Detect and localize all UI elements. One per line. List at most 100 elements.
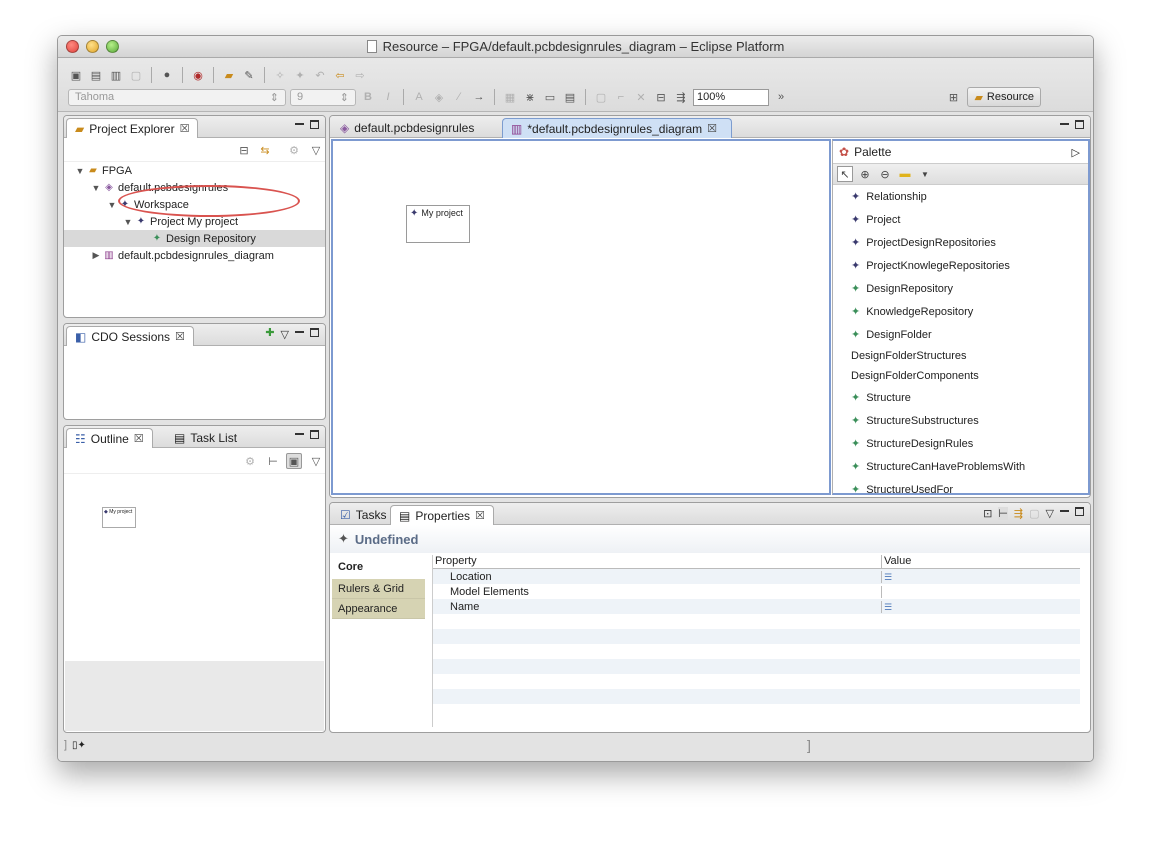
open-folder-icon[interactable]: ▰: [221, 67, 237, 83]
view-menu-icon[interactable]: ▽: [308, 453, 324, 469]
palette-item[interactable]: DesignFolderComponents: [833, 366, 1088, 386]
view-menu-icon[interactable]: ▽: [281, 328, 289, 341]
forward-arrow-icon[interactable]: ⇨: [352, 67, 368, 83]
minimize-icon[interactable]: [1060, 123, 1069, 125]
filter-advanced-icon[interactable]: ⇶: [1014, 507, 1023, 520]
toolbar-overflow-button[interactable]: »: [773, 89, 789, 105]
view-icon[interactable]: ⊟: [653, 89, 669, 105]
property-value-icon[interactable]: ☰: [884, 602, 892, 612]
filter-icon[interactable]: ⚙: [242, 453, 258, 469]
close-icon[interactable]: ☒: [175, 330, 185, 343]
property-row[interactable]: Name ☰: [433, 599, 1080, 614]
zoom-in-icon[interactable]: ⊕: [857, 166, 873, 182]
expand-arrow-icon[interactable]: ▼: [106, 200, 118, 210]
side-tab-core[interactable]: Core: [332, 555, 425, 579]
minimize-icon[interactable]: [295, 433, 304, 435]
layout-icon[interactable]: ▤: [562, 89, 578, 105]
palette-item[interactable]: ✦ Relationship: [833, 185, 1088, 208]
print-icon[interactable]: ▢: [128, 67, 144, 83]
connector-icon[interactable]: ⇶: [673, 89, 689, 105]
zoom-input[interactable]: 100%: [693, 88, 769, 106]
font-size-select[interactable]: 9 ⇕: [290, 88, 356, 106]
minimize-window-button[interactable]: [86, 40, 99, 53]
diagram-node-my-project[interactable]: ✦ My project: [406, 205, 470, 243]
categories-icon[interactable]: ⊢: [998, 507, 1008, 520]
delete-icon[interactable]: ✕: [633, 89, 649, 105]
tab-properties[interactable]: ▤ Properties ☒: [390, 505, 494, 525]
tree-item[interactable]: ▶ ▥ default.pcbdesignrules_diagram: [64, 247, 325, 264]
close-icon[interactable]: ☒: [475, 509, 485, 522]
palette-item[interactable]: ✦ DesignRepository: [833, 277, 1088, 300]
back-history-icon[interactable]: ↶: [312, 67, 328, 83]
maximize-icon[interactable]: [310, 120, 319, 129]
close-window-button[interactable]: [66, 40, 79, 53]
maximize-icon[interactable]: [1075, 507, 1084, 516]
copy-appearance-icon[interactable]: ▢: [593, 89, 609, 105]
minimize-icon[interactable]: [295, 123, 304, 125]
pen-icon[interactable]: ✎: [241, 67, 257, 83]
fill-color-icon[interactable]: ◈: [431, 89, 447, 105]
filter-icon[interactable]: ⚙: [286, 142, 302, 158]
property-row[interactable]: Location ☰: [433, 569, 1080, 584]
property-column-header[interactable]: Property: [433, 555, 882, 568]
select-all-icon[interactable]: ▦: [502, 89, 518, 105]
maximize-icon[interactable]: [310, 430, 319, 439]
zoom-out-icon[interactable]: ⊖: [877, 166, 893, 182]
palette-item[interactable]: DesignFolderStructures: [833, 346, 1088, 366]
maximize-icon[interactable]: [310, 328, 319, 337]
annotate-icon[interactable]: ✦: [292, 67, 308, 83]
outline-node-thumb[interactable]: ◆ My project: [102, 507, 136, 528]
minimize-icon[interactable]: [1060, 510, 1069, 512]
zoom-window-button[interactable]: [106, 40, 119, 53]
new-icon[interactable]: ▣: [68, 67, 84, 83]
close-icon[interactable]: ☒: [134, 432, 144, 445]
open-perspective-icon[interactable]: ⊞: [945, 89, 961, 105]
italic-icon[interactable]: I: [380, 89, 396, 105]
pin-icon[interactable]: ⊡: [983, 507, 992, 520]
maximize-icon[interactable]: [1075, 120, 1084, 129]
tab-task-list[interactable]: ▤ Task List: [166, 428, 245, 448]
palette-item[interactable]: ✦ KnowledgeRepository: [833, 300, 1088, 323]
expand-arrow-icon[interactable]: ▼: [90, 183, 102, 193]
tab-default-pcbdesignrules-diagram[interactable]: ▥ *default.pcbdesignrules_diagram ☒: [502, 118, 732, 138]
palette-item[interactable]: ✦ Structure: [833, 386, 1088, 409]
close-icon[interactable]: ☒: [707, 122, 717, 135]
collapse-all-icon[interactable]: ⊟: [236, 142, 252, 158]
overview-icon[interactable]: ▣: [286, 453, 302, 469]
fast-view-icon[interactable]: ▯✦: [72, 740, 86, 751]
tab-outline[interactable]: ☷ Outline ☒: [66, 428, 153, 448]
line-style-icon[interactable]: →: [471, 89, 487, 105]
property-row[interactable]: Model Elements: [433, 584, 1080, 599]
add-session-icon[interactable]: ✚: [265, 326, 274, 341]
view-menu-icon[interactable]: ▽: [1046, 507, 1054, 520]
line-color-icon[interactable]: ∕: [451, 89, 467, 105]
value-column-header[interactable]: Value: [882, 555, 1080, 568]
tab-default-pcbdesignrules[interactable]: ◈ default.pcbdesignrules: [332, 118, 482, 138]
palette-item[interactable]: ✦ ProjectDesignRepositories: [833, 231, 1088, 254]
palette-item[interactable]: ✦ Project: [833, 208, 1088, 231]
collapse-palette-icon[interactable]: ▷: [1072, 146, 1080, 159]
align-icon[interactable]: ▭: [542, 89, 558, 105]
resource-perspective-button[interactable]: ▰ Resource: [967, 87, 1041, 107]
expand-arrow-icon[interactable]: ▼: [122, 217, 134, 227]
font-color-icon[interactable]: A: [411, 89, 427, 105]
palette-item[interactable]: ✦ StructureDesignRules: [833, 432, 1088, 455]
font-name-select[interactable]: Tahoma ⇕: [68, 88, 286, 106]
tab-tasks[interactable]: ☑ Tasks: [332, 505, 394, 525]
note-icon[interactable]: ▬: [897, 166, 913, 182]
tab-cdo-sessions[interactable]: ◧ CDO Sessions ☒: [66, 326, 194, 346]
side-tab-rulers-grid[interactable]: Rulers & Grid: [332, 579, 425, 599]
minimize-icon[interactable]: [295, 331, 304, 333]
back-arrow-icon[interactable]: ⇦: [332, 67, 348, 83]
globe-icon[interactable]: ●: [159, 67, 175, 83]
collapse-arrow-icon[interactable]: ▶: [90, 250, 102, 261]
link-with-editor-icon[interactable]: ⇆: [257, 142, 273, 158]
property-value-icon[interactable]: ☰: [884, 572, 892, 582]
arrange-icon[interactable]: ⋇: [522, 89, 538, 105]
tree-item[interactable]: ▼ ▰ FPGA: [64, 162, 325, 179]
tree-view-icon[interactable]: ⊢: [265, 453, 281, 469]
select-tool-icon[interactable]: ↖: [837, 166, 853, 182]
palette-item[interactable]: ✦ ProjectKnowlegeRepositories: [833, 254, 1088, 277]
wand-icon[interactable]: ✧: [272, 67, 288, 83]
route-icon[interactable]: ⌐: [613, 89, 629, 105]
